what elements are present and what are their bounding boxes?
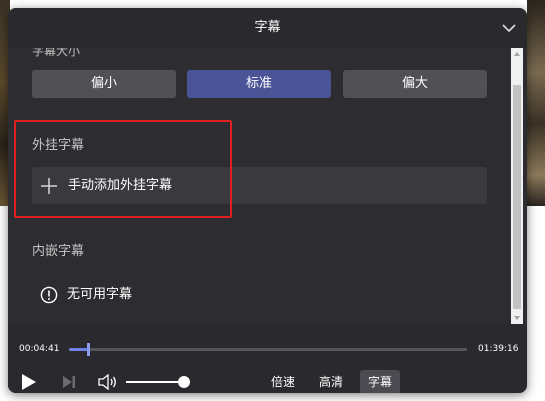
font-size-standard-button[interactable]: 标准 xyxy=(187,70,331,98)
no-subtitle-label: 无可用字幕 xyxy=(67,287,133,302)
subtitle-panel: 字幕 字幕大小 偏小 标准 偏大 外挂字幕 手动添加外挂字幕 内嵌字幕 无可用字… xyxy=(8,8,527,393)
add-external-subtitle-label: 手动添加外挂字幕 xyxy=(68,178,173,193)
subtitle-settings-scroll-area[interactable]: 字幕大小 偏小 标准 偏大 外挂字幕 手动添加外挂字幕 内嵌字幕 无可用字幕 xyxy=(8,48,527,324)
video-background-right xyxy=(527,0,545,206)
scrollbar[interactable] xyxy=(511,48,523,324)
scroll-up-arrow-icon[interactable] xyxy=(511,48,523,60)
total-time: 01:39:16 xyxy=(478,344,519,354)
progress-handle[interactable] xyxy=(86,343,90,356)
play-icon[interactable] xyxy=(21,373,37,391)
volume-slider-knob[interactable] xyxy=(178,376,190,388)
quality-button[interactable]: 高清 xyxy=(312,370,350,393)
external-subtitle-heading: 外挂字幕 xyxy=(32,138,85,153)
panel-header: 字幕 xyxy=(8,8,527,48)
current-time: 00:04:41 xyxy=(19,344,60,354)
skip-next-icon[interactable] xyxy=(62,375,76,389)
embedded-subtitle-heading: 内嵌字幕 xyxy=(32,244,85,259)
volume-slider[interactable] xyxy=(126,376,190,388)
chevron-down-icon[interactable] xyxy=(501,21,517,35)
subtitle-button[interactable]: 字幕 xyxy=(360,370,400,393)
scroll-down-arrow-icon[interactable] xyxy=(511,312,523,324)
font-size-small-button[interactable]: 偏小 xyxy=(32,70,176,98)
progress-bar[interactable] xyxy=(69,343,467,356)
font-size-heading: 字幕大小 xyxy=(32,48,81,58)
page-background-right xyxy=(527,206,545,401)
volume-icon[interactable] xyxy=(98,374,118,390)
font-size-large-button[interactable]: 偏大 xyxy=(343,70,487,98)
scrollbar-thumb[interactable] xyxy=(513,85,521,309)
player-controls: 00:04:41 01:39:16 倍速 高清 字幕 xyxy=(8,326,527,393)
add-external-subtitle-button[interactable]: 手动添加外挂字幕 xyxy=(32,167,487,204)
playback-speed-button[interactable]: 倍速 xyxy=(264,370,302,393)
panel-title: 字幕 xyxy=(254,20,281,35)
info-circle-icon xyxy=(40,286,58,304)
plus-icon xyxy=(41,178,57,194)
